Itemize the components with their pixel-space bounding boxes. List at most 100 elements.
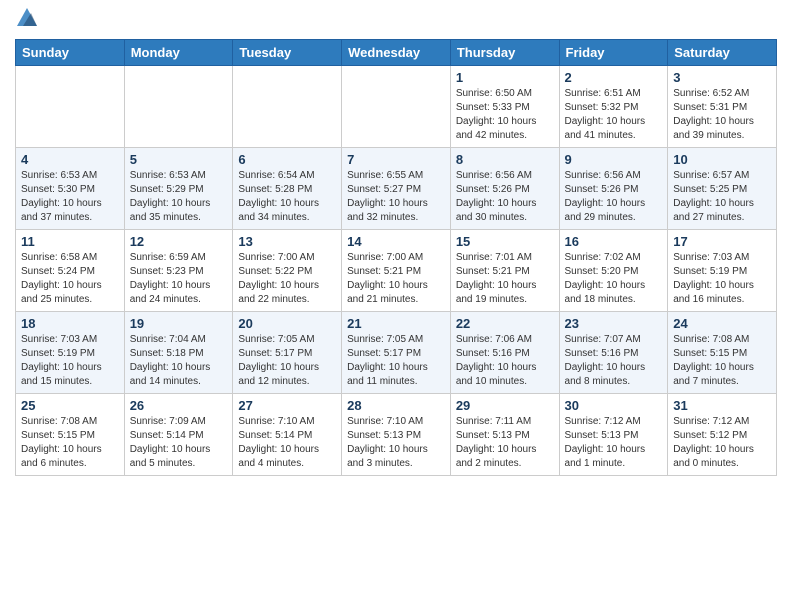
day-info: Sunrise: 6:50 AM Sunset: 5:33 PM Dayligh… xyxy=(456,87,554,143)
day-number: 22 xyxy=(456,316,554,331)
day-cell-11: 11 Sunrise: 6:58 AM Sunset: 5:24 PM Dayli… xyxy=(16,229,125,311)
day-number: 13 xyxy=(238,234,336,249)
day-number: 28 xyxy=(347,398,445,413)
week-row-2: 4 Sunrise: 6:53 AM Sunset: 5:30 PM Daylig… xyxy=(16,147,777,229)
weekday-header-thursday: Thursday xyxy=(450,39,559,65)
day-info: Sunrise: 6:56 AM Sunset: 5:26 PM Dayligh… xyxy=(565,169,663,225)
day-cell-9: 9 Sunrise: 6:56 AM Sunset: 5:26 PM Daylig… xyxy=(559,147,668,229)
day-number: 10 xyxy=(673,152,771,167)
weekday-header-sunday: Sunday xyxy=(16,39,125,65)
weekday-header-friday: Friday xyxy=(559,39,668,65)
day-info: Sunrise: 7:01 AM Sunset: 5:21 PM Dayligh… xyxy=(456,251,554,307)
day-info: Sunrise: 6:52 AM Sunset: 5:31 PM Dayligh… xyxy=(673,87,771,143)
empty-cell xyxy=(16,65,125,147)
day-info: Sunrise: 7:02 AM Sunset: 5:20 PM Dayligh… xyxy=(565,251,663,307)
day-info: Sunrise: 6:53 AM Sunset: 5:30 PM Dayligh… xyxy=(21,169,119,225)
day-number: 18 xyxy=(21,316,119,331)
day-info: Sunrise: 7:08 AM Sunset: 5:15 PM Dayligh… xyxy=(21,415,119,471)
day-cell-1: 1 Sunrise: 6:50 AM Sunset: 5:33 PM Daylig… xyxy=(450,65,559,147)
day-info: Sunrise: 7:06 AM Sunset: 5:16 PM Dayligh… xyxy=(456,333,554,389)
day-cell-23: 23 Sunrise: 7:07 AM Sunset: 5:16 PM Dayli… xyxy=(559,311,668,393)
empty-cell xyxy=(233,65,342,147)
day-number: 1 xyxy=(456,70,554,85)
day-cell-26: 26Sunrise: 7:09 AM Sunset: 5:14 PM Dayli… xyxy=(124,393,233,475)
day-number: 8 xyxy=(456,152,554,167)
day-info: Sunrise: 7:00 AM Sunset: 5:22 PM Dayligh… xyxy=(238,251,336,307)
day-info: Sunrise: 7:05 AM Sunset: 5:17 PM Dayligh… xyxy=(347,333,445,389)
day-cell-3: 3 Sunrise: 6:52 AM Sunset: 5:31 PM Daylig… xyxy=(668,65,777,147)
logo xyxy=(15,10,37,31)
day-number: 3 xyxy=(673,70,771,85)
day-cell-2: 2 Sunrise: 6:51 AM Sunset: 5:32 PM Daylig… xyxy=(559,65,668,147)
day-info: Sunrise: 7:12 AM Sunset: 5:13 PM Dayligh… xyxy=(565,415,663,471)
empty-cell xyxy=(342,65,451,147)
day-number: 20 xyxy=(238,316,336,331)
logo-icon xyxy=(17,8,37,26)
day-number: 12 xyxy=(130,234,228,249)
day-cell-16: 16 Sunrise: 7:02 AM Sunset: 5:20 PM Dayli… xyxy=(559,229,668,311)
day-info: Sunrise: 6:56 AM Sunset: 5:26 PM Dayligh… xyxy=(456,169,554,225)
day-cell-21: 21 Sunrise: 7:05 AM Sunset: 5:17 PM Dayli… xyxy=(342,311,451,393)
day-cell-29: 29 Sunrise: 7:11 AM Sunset: 5:13 PM Dayli… xyxy=(450,393,559,475)
day-cell-12: 12Sunrise: 6:59 AM Sunset: 5:23 PM Dayli… xyxy=(124,229,233,311)
day-info: Sunrise: 7:11 AM Sunset: 5:13 PM Dayligh… xyxy=(456,415,554,471)
day-cell-5: 5 Sunrise: 6:53 AM Sunset: 5:29 PM Daylig… xyxy=(124,147,233,229)
week-row-3: 11 Sunrise: 6:58 AM Sunset: 5:24 PM Dayli… xyxy=(16,229,777,311)
day-cell-24: 24Sunrise: 7:08 AM Sunset: 5:15 PM Dayli… xyxy=(668,311,777,393)
week-row-5: 25 Sunrise: 7:08 AM Sunset: 5:15 PM Dayli… xyxy=(16,393,777,475)
day-number: 30 xyxy=(565,398,663,413)
day-number: 5 xyxy=(130,152,228,167)
day-cell-10: 10 Sunrise: 6:57 AM Sunset: 5:25 PM Dayli… xyxy=(668,147,777,229)
page-container: SundayMondayTuesdayWednesdayThursdayFrid… xyxy=(0,0,792,491)
day-cell-13: 13 Sunrise: 7:00 AM Sunset: 5:22 PM Dayli… xyxy=(233,229,342,311)
day-number: 24 xyxy=(673,316,771,331)
day-info: Sunrise: 7:07 AM Sunset: 5:16 PM Dayligh… xyxy=(565,333,663,389)
day-cell-31: 31Sunrise: 7:12 AM Sunset: 5:12 PM Dayli… xyxy=(668,393,777,475)
calendar-table: SundayMondayTuesdayWednesdayThursdayFrid… xyxy=(15,39,777,476)
day-cell-8: 8 Sunrise: 6:56 AM Sunset: 5:26 PM Daylig… xyxy=(450,147,559,229)
header xyxy=(15,10,777,31)
day-cell-28: 28 Sunrise: 7:10 AM Sunset: 5:13 PM Dayli… xyxy=(342,393,451,475)
day-info: Sunrise: 7:03 AM Sunset: 5:19 PM Dayligh… xyxy=(21,333,119,389)
day-number: 21 xyxy=(347,316,445,331)
day-number: 16 xyxy=(565,234,663,249)
weekday-header-saturday: Saturday xyxy=(668,39,777,65)
day-number: 23 xyxy=(565,316,663,331)
day-cell-18: 18 Sunrise: 7:03 AM Sunset: 5:19 PM Dayli… xyxy=(16,311,125,393)
week-row-1: 1 Sunrise: 6:50 AM Sunset: 5:33 PM Daylig… xyxy=(16,65,777,147)
day-number: 14 xyxy=(347,234,445,249)
day-number: 2 xyxy=(565,70,663,85)
day-number: 11 xyxy=(21,234,119,249)
day-info: Sunrise: 6:57 AM Sunset: 5:25 PM Dayligh… xyxy=(673,169,771,225)
week-row-4: 18 Sunrise: 7:03 AM Sunset: 5:19 PM Dayli… xyxy=(16,311,777,393)
day-info: Sunrise: 7:00 AM Sunset: 5:21 PM Dayligh… xyxy=(347,251,445,307)
day-info: Sunrise: 6:53 AM Sunset: 5:29 PM Dayligh… xyxy=(130,169,228,225)
day-number: 27 xyxy=(238,398,336,413)
day-number: 26 xyxy=(130,398,228,413)
day-number: 29 xyxy=(456,398,554,413)
day-info: Sunrise: 6:55 AM Sunset: 5:27 PM Dayligh… xyxy=(347,169,445,225)
day-number: 6 xyxy=(238,152,336,167)
day-cell-30: 30 Sunrise: 7:12 AM Sunset: 5:13 PM Dayli… xyxy=(559,393,668,475)
day-info: Sunrise: 7:03 AM Sunset: 5:19 PM Dayligh… xyxy=(673,251,771,307)
day-cell-14: 14 Sunrise: 7:00 AM Sunset: 5:21 PM Dayli… xyxy=(342,229,451,311)
day-cell-6: 6 Sunrise: 6:54 AM Sunset: 5:28 PM Daylig… xyxy=(233,147,342,229)
day-number: 15 xyxy=(456,234,554,249)
day-info: Sunrise: 6:54 AM Sunset: 5:28 PM Dayligh… xyxy=(238,169,336,225)
day-number: 17 xyxy=(673,234,771,249)
day-info: Sunrise: 7:04 AM Sunset: 5:18 PM Dayligh… xyxy=(130,333,228,389)
day-info: Sunrise: 7:05 AM Sunset: 5:17 PM Dayligh… xyxy=(238,333,336,389)
weekday-header-wednesday: Wednesday xyxy=(342,39,451,65)
day-info: Sunrise: 7:10 AM Sunset: 5:14 PM Dayligh… xyxy=(238,415,336,471)
day-info: Sunrise: 6:58 AM Sunset: 5:24 PM Dayligh… xyxy=(21,251,119,307)
day-number: 9 xyxy=(565,152,663,167)
day-number: 31 xyxy=(673,398,771,413)
day-info: Sunrise: 6:51 AM Sunset: 5:32 PM Dayligh… xyxy=(565,87,663,143)
day-cell-27: 27 Sunrise: 7:10 AM Sunset: 5:14 PM Dayli… xyxy=(233,393,342,475)
weekday-header-monday: Monday xyxy=(124,39,233,65)
day-cell-7: 7Sunrise: 6:55 AM Sunset: 5:27 PM Daylig… xyxy=(342,147,451,229)
day-cell-19: 19Sunrise: 7:04 AM Sunset: 5:18 PM Dayli… xyxy=(124,311,233,393)
day-number: 25 xyxy=(21,398,119,413)
day-number: 4 xyxy=(21,152,119,167)
day-info: Sunrise: 7:10 AM Sunset: 5:13 PM Dayligh… xyxy=(347,415,445,471)
